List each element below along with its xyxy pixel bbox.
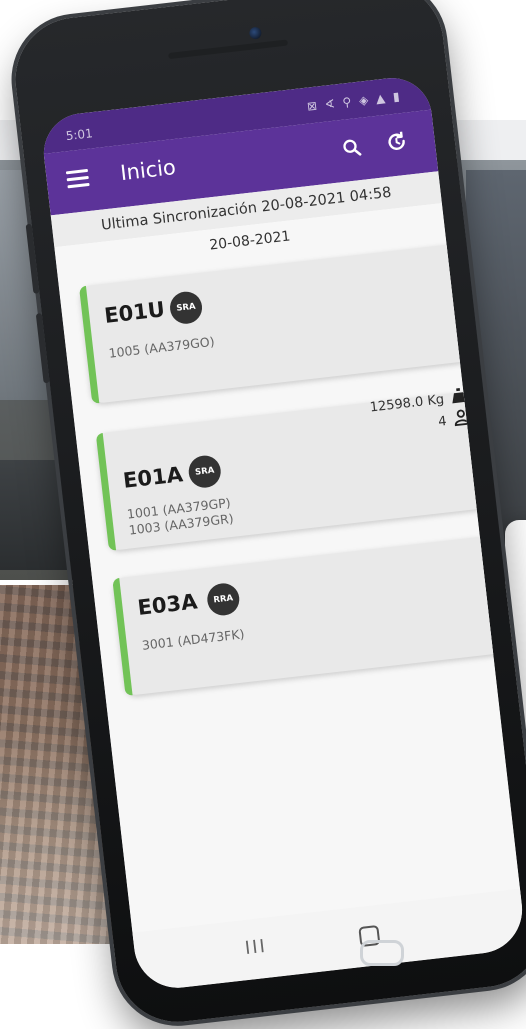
persons-count: 4: [437, 413, 448, 430]
vehicle-line: 3001 (AD473FK): [141, 626, 246, 653]
status-badge: SRA: [187, 453, 223, 490]
status-badge: RRA: [205, 581, 242, 618]
trip-code: E01A: [121, 462, 185, 493]
recents-button[interactable]: III: [244, 936, 268, 959]
trip-card[interactable]: E01U SRA 1005 (AA379GO): [78, 243, 470, 404]
status-icons: ⊠ ∢ ⚲ ◈ ▲ ▮: [306, 88, 403, 114]
trip-list: 20-08-2021 E01U SRA 1005 (AA379GO) 12598…: [54, 203, 522, 943]
weight-value: 12598.0 Kg: [369, 392, 445, 416]
status-bar-indicator: [112, 578, 133, 697]
status-bar-indicator: [95, 432, 117, 551]
phone-speaker: [168, 39, 289, 60]
trip-card[interactable]: E03A RRA 3001 (AD473FK): [112, 535, 504, 697]
search-icon[interactable]: [340, 136, 364, 160]
status-time: 5:01: [65, 126, 94, 144]
status-bar-indicator: [78, 285, 100, 404]
phone-screen: 5:01 ⊠ ∢ ⚲ ◈ ▲ ▮ Inicio Ultima Sincroniz…: [39, 73, 526, 993]
trip-code: E01U: [103, 297, 167, 328]
front-camera: [248, 26, 263, 40]
weight-icon: [452, 388, 467, 404]
page-title: Inicio: [119, 155, 177, 186]
trip-card[interactable]: 12598.0 Kg 4 E01A SRA 1001 (AA379GP) 100…: [95, 388, 512, 551]
hamburger-icon[interactable]: [65, 168, 90, 188]
trip-code: E03A: [136, 589, 199, 621]
person-icon: [454, 409, 470, 427]
sync-icon[interactable]: [383, 129, 410, 156]
vehicle-line: 1005 (AA379GO): [107, 333, 216, 361]
status-badge: SRA: [168, 289, 204, 326]
